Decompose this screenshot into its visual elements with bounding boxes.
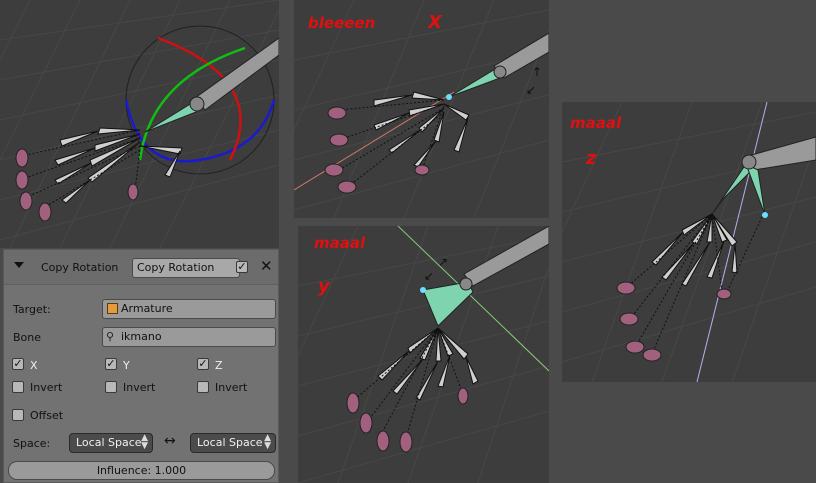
swap-arrows-icon: ↔ <box>164 433 176 449</box>
owner-space-select[interactable]: Local Space ▲ ▼ <box>69 433 153 453</box>
annotation-axis-label: z <box>586 148 597 169</box>
constraint-type-label: Copy Rotation <box>41 261 119 274</box>
viewport-z-rotation[interactable]: maaal z <box>562 102 816 382</box>
use-z-label: Z <box>215 359 223 372</box>
use-x-label: X <box>30 359 38 372</box>
use-x-checkbox[interactable]: ✓ <box>12 358 24 370</box>
svg-text:↑: ↑ <box>532 65 542 79</box>
viewport-scene <box>562 102 816 382</box>
svg-text:↙: ↙ <box>526 83 536 97</box>
use-y-checkbox[interactable]: ✓ <box>105 358 117 370</box>
annotation-label: maaal <box>570 114 622 132</box>
svg-text:↙: ↙ <box>424 269 434 283</box>
invert-z-label: Invert <box>215 381 248 394</box>
viewport-scene: ↑ ↙ <box>294 0 549 218</box>
svg-text:↗: ↗ <box>438 255 448 269</box>
bone-field[interactable]: ⚲ ikmano <box>102 327 276 347</box>
annotation-axis-label: y <box>318 276 330 297</box>
annotation-label: bleeeen <box>308 14 376 32</box>
close-icon[interactable]: ✕ <box>260 257 273 275</box>
annotation-axis-label: X <box>428 12 442 33</box>
use-y-label: Y <box>123 359 130 372</box>
target-space-select[interactable]: Local Space ▲ ▼ <box>190 433 276 453</box>
owner-space-value: Local Space <box>76 436 142 449</box>
viewport-scene: ↗ ↙ <box>298 226 549 483</box>
invert-z-checkbox[interactable] <box>197 381 209 393</box>
collapse-triangle-icon[interactable] <box>14 262 24 268</box>
target-space-updown-icon: ▲ ▼ <box>264 433 271 451</box>
annotation-label: maaal <box>314 234 366 252</box>
bone-icon: ⚲ <box>106 330 115 343</box>
armature-icon <box>107 303 118 314</box>
offset-checkbox[interactable] <box>12 409 24 421</box>
invert-x-label: Invert <box>30 381 63 394</box>
viewport-x-rotation[interactable]: ↑ ↙ bleeeen X <box>294 0 549 218</box>
viewport-y-rotation[interactable]: ↗ ↙ maaal y <box>298 226 549 483</box>
constraint-name-field[interactable]: Copy Rotation <box>132 258 240 278</box>
copy-rotation-constraint-panel: Copy Rotation Copy Rotation ✓ ✕ Target: … <box>3 249 279 483</box>
target-field[interactable]: Armature <box>102 299 276 319</box>
bone-value: ikmano <box>121 330 162 343</box>
viewport-rotation-gizmo[interactable] <box>0 0 279 248</box>
offset-label: Offset <box>30 409 64 422</box>
constraint-enable-checkbox[interactable]: ✓ <box>236 261 248 273</box>
invert-y-label: Invert <box>123 381 156 394</box>
target-value: Armature <box>121 302 173 315</box>
use-z-checkbox[interactable]: ✓ <box>197 358 209 370</box>
influence-slider[interactable]: Influence: 1.000 <box>8 461 275 480</box>
influence-value: Influence: 1.000 <box>96 464 187 477</box>
viewport-scene <box>0 0 279 248</box>
space-label: Space: <box>13 437 51 450</box>
invert-x-checkbox[interactable] <box>12 381 24 393</box>
bone-label: Bone <box>13 331 42 344</box>
invert-y-checkbox[interactable] <box>105 381 117 393</box>
owner-space-updown-icon: ▲ ▼ <box>141 433 148 451</box>
target-space-value: Local Space <box>197 436 263 449</box>
target-label: Target: <box>13 303 51 316</box>
